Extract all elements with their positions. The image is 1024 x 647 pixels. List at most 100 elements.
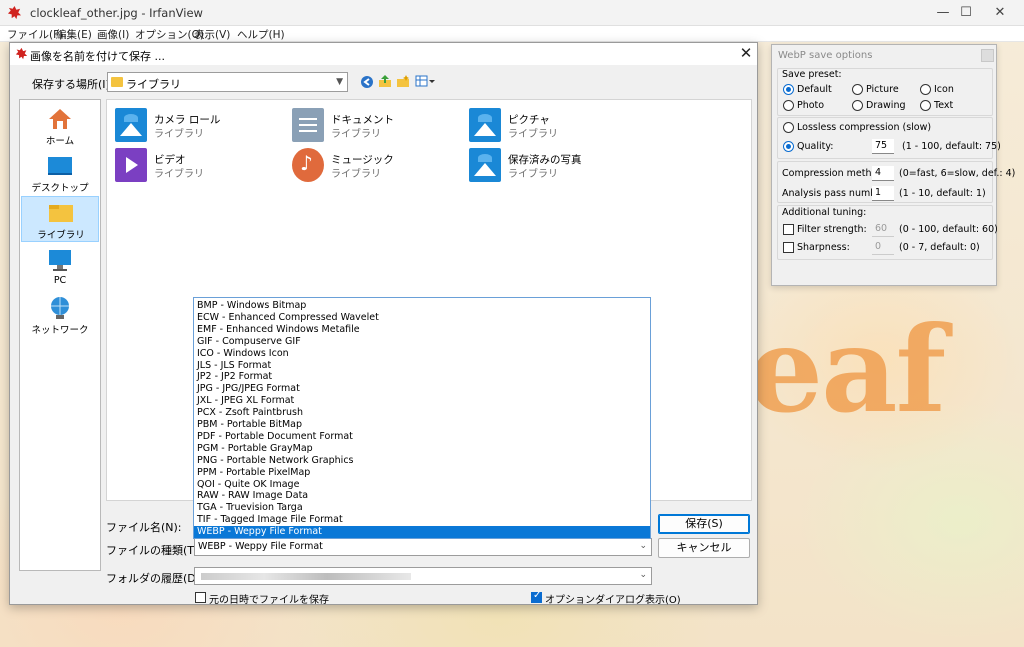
new-folder-icon[interactable]	[396, 74, 410, 88]
filetype-option[interactable]: QOI - Quite OK Image	[194, 479, 650, 491]
video-icon	[115, 148, 147, 182]
filetype-option[interactable]: TIF - Tagged Image File Format	[194, 514, 650, 526]
filetype-option[interactable]: TGA - Truevision Targa	[194, 502, 650, 514]
preset-picture-label: Picture	[866, 84, 899, 95]
close-window-button[interactable]: ✕	[977, 0, 1023, 26]
show-options-checkbox[interactable]	[531, 590, 542, 603]
filetype-combo[interactable]: WEBP - Weppy File Format ⌄	[194, 538, 652, 556]
sharpness-label: Sharpness:	[797, 242, 850, 253]
filetype-option[interactable]: PCX - Zsoft Paintbrush	[194, 407, 650, 419]
save-location-label: 保存する場所(I):	[32, 78, 114, 91]
lossless-radio[interactable]	[783, 122, 794, 133]
show-options-label: オプションダイアログ表示(O)	[545, 595, 681, 606]
filter-strength-hint: (0 - 100, default: 60)	[899, 224, 998, 235]
filetype-option[interactable]: PGM - Portable GrayMap	[194, 443, 650, 455]
place-library-label: ライブラリ	[37, 230, 85, 241]
menu-file[interactable]: ファイル(F)	[7, 27, 63, 42]
pictures-icon	[469, 108, 501, 142]
filetype-option[interactable]: PPM - Portable PixelMap	[194, 467, 650, 479]
place-desktop[interactable]: デスクトップ	[21, 150, 99, 196]
pass-hint: (1 - 10, default: 1)	[899, 188, 986, 199]
network-icon	[51, 297, 69, 319]
filetype-option[interactable]: ECW - Enhanced Compressed Wavelet	[194, 312, 650, 324]
filetype-option[interactable]: JXL - JPEG XL Format	[194, 395, 650, 407]
keep-date-label: 元の日時でファイルを保存	[209, 595, 329, 606]
pass-input[interactable]: 1	[872, 186, 894, 201]
filename-label: ファイル名(N):	[106, 521, 182, 534]
dialog-title: 画像を名前を付けて保存 ...	[30, 50, 165, 63]
place-network[interactable]: ネットワーク	[21, 292, 99, 338]
quality-hint: (1 - 100, default: 75)	[902, 141, 1001, 152]
preset-text-radio[interactable]	[920, 100, 931, 111]
filetype-option[interactable]: RAW - RAW Image Data	[194, 490, 650, 502]
back-icon[interactable]	[360, 75, 374, 89]
filetype-option[interactable]: BMP - Windows Bitmap	[194, 300, 650, 312]
preset-icon-radio[interactable]	[920, 84, 931, 95]
irfanview-app-icon	[7, 5, 22, 20]
webp-options-dialog: WebP save options Save preset: Default P…	[771, 44, 1015, 286]
preset-text-label: Text	[934, 100, 954, 111]
filetype-option[interactable]: JPG - JPG/JPEG Format	[194, 383, 650, 395]
library-camera-roll[interactable]: カメラ ロール ライブラリ	[115, 108, 285, 144]
chevron-down-icon: ⌄	[639, 570, 647, 580]
filetype-option[interactable]: ICO - Windows Icon	[194, 348, 650, 360]
preset-picture-radio[interactable]	[852, 84, 863, 95]
menu-bar: ファイル(F) 編集(E) 画像(I) オプション(O) 表示(V) ヘルプ(H…	[0, 26, 1024, 42]
preset-drawing-label: Drawing	[866, 100, 906, 111]
filetype-option[interactable]: JLS - JLS Format	[194, 360, 650, 372]
dialog-close-button[interactable]: ✕	[737, 45, 755, 63]
chevron-down-icon: ⌄	[639, 541, 647, 551]
filetype-option[interactable]: GIF - Compuserve GIF	[194, 336, 650, 348]
method-input[interactable]: 4	[872, 166, 894, 181]
filetype-label: ファイルの種類(T):	[106, 544, 203, 557]
menu-edit[interactable]: 編集(E)	[56, 27, 92, 42]
library-documents[interactable]: ドキュメント ライブラリ	[292, 108, 462, 144]
filter-strength-checkbox[interactable]	[783, 224, 794, 235]
save-button[interactable]: 保存(S)	[658, 514, 750, 534]
method-hint: (0=fast, 6=slow, def.: 4)	[899, 168, 1016, 179]
background-image-text: eaf	[748, 300, 946, 439]
filter-strength-label: Filter strength:	[797, 224, 867, 235]
filetype-option[interactable]: PNG - Portable Network Graphics	[194, 455, 650, 467]
sharpness-input[interactable]: 0	[872, 240, 894, 255]
window-titlebar: clockleaf_other.jpg - IrfanView — ☐ ✕	[0, 0, 1024, 26]
place-home[interactable]: ホーム	[21, 103, 99, 149]
cancel-button[interactable]: キャンセル	[658, 538, 750, 558]
menu-image[interactable]: 画像(I)	[97, 27, 129, 42]
pictures-icon	[469, 148, 501, 182]
filetype-option[interactable]: PDF - Portable Document Format	[194, 431, 650, 443]
preset-photo-radio[interactable]	[783, 100, 794, 111]
folder-history-combo[interactable]: ⌄	[194, 567, 652, 585]
save-location-combo[interactable]: ライブラリ ▼	[107, 72, 348, 92]
filetype-option[interactable]: EMF - Enhanced Windows Metafile	[194, 324, 650, 336]
view-menu-icon[interactable]	[415, 74, 435, 88]
lossless-label: Lossless compression (slow)	[797, 122, 932, 133]
place-library[interactable]: ライブラリ	[21, 196, 99, 242]
library-saved-pictures[interactable]: 保存済みの写真 ライブラリ	[469, 148, 639, 184]
place-pc-label: PC	[53, 275, 67, 286]
up-folder-icon[interactable]	[378, 74, 392, 88]
place-pc[interactable]: PC	[21, 245, 99, 291]
menu-view[interactable]: 表示(V)	[194, 27, 230, 42]
irfanview-app-icon	[15, 47, 28, 60]
filetype-option[interactable]: JP2 - JP2 Format	[194, 371, 650, 383]
quality-label: Quality:	[797, 141, 834, 152]
filetype-option[interactable]: WEBP - Weppy File Format	[194, 526, 650, 538]
filetype-option[interactable]: PBM - Portable BitMap	[194, 419, 650, 431]
place-home-label: ホーム	[45, 136, 75, 147]
menu-help[interactable]: ヘルプ(H)	[237, 27, 285, 42]
library-sub: ライブラリ	[508, 129, 558, 140]
filetype-dropdown-list[interactable]: BMP - Windows Bitmap ECW - Enhanced Compr…	[193, 297, 651, 539]
filter-strength-input[interactable]: 60	[872, 222, 894, 237]
preset-drawing-radio[interactable]	[852, 100, 863, 111]
library-videos[interactable]: ビデオ ライブラリ	[115, 148, 285, 184]
library-music[interactable]: ミュージック ライブラリ	[292, 148, 462, 184]
preset-default-radio[interactable]	[783, 84, 794, 95]
keep-date-checkbox[interactable]	[195, 592, 206, 603]
quality-input[interactable]: 75	[872, 139, 894, 154]
sharpness-checkbox[interactable]	[783, 242, 794, 253]
chevron-down-icon: ▼	[336, 77, 343, 87]
quality-radio[interactable]	[783, 141, 794, 152]
library-pictures[interactable]: ピクチャ ライブラリ	[469, 108, 639, 144]
webp-close-button[interactable]	[981, 49, 994, 62]
